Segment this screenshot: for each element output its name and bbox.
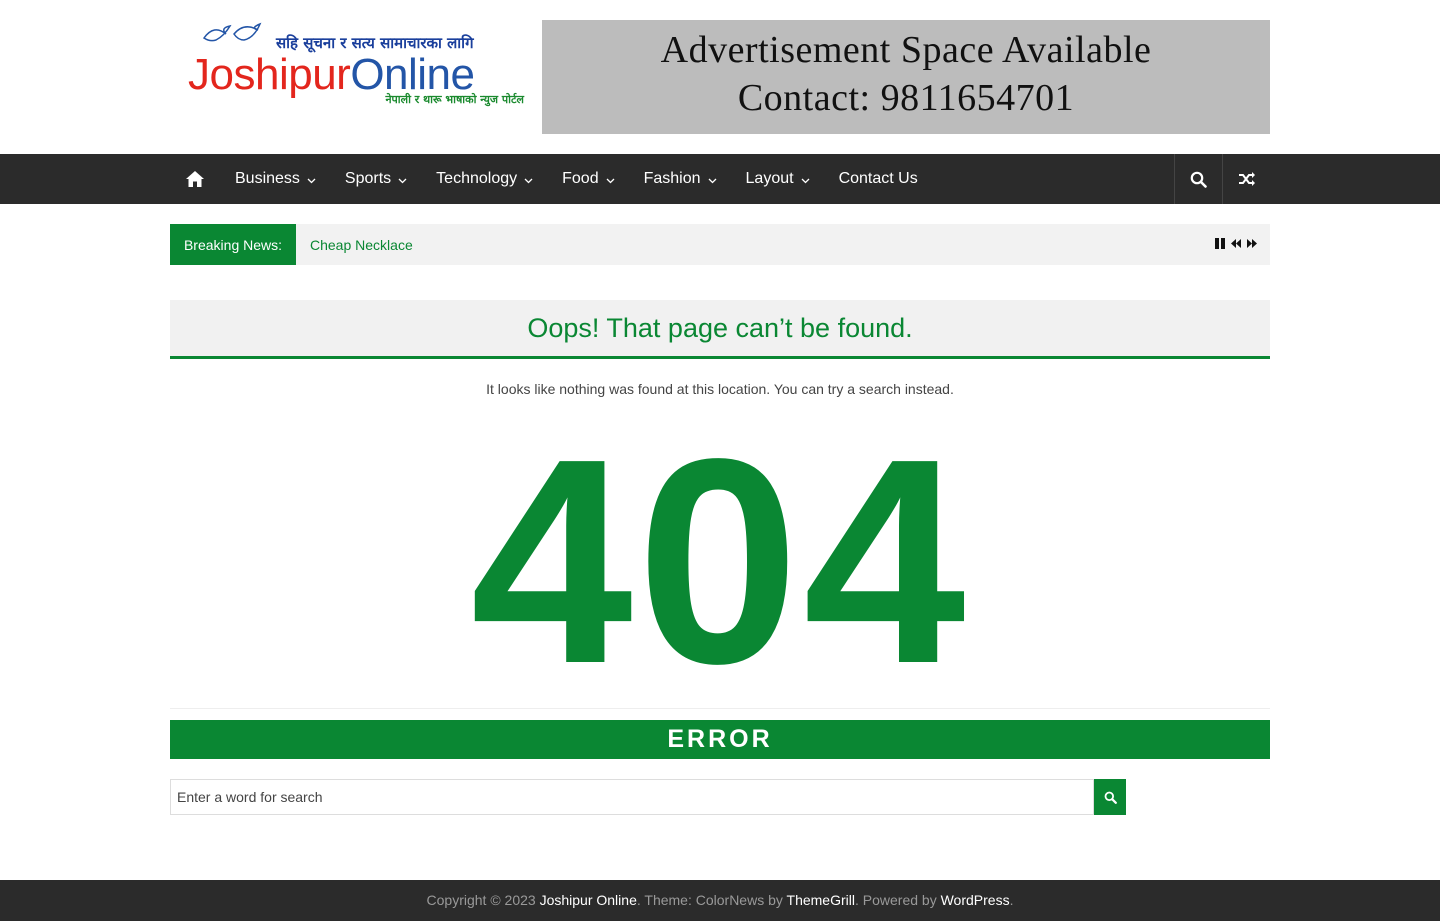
error-label-bar: ERROR xyxy=(170,720,1270,759)
nav-item-label: Business xyxy=(235,170,300,187)
nav-item-label: Sports xyxy=(344,170,392,187)
search-submit-button[interactable] xyxy=(1094,779,1126,815)
breaking-news-ticker: Breaking News: Cheap Necklace xyxy=(170,224,1270,265)
nav-item-fashion[interactable]: Fashion xyxy=(644,170,717,188)
footer-copyright: Copyright © 2023 xyxy=(426,892,540,908)
chevron-down-icon xyxy=(398,178,407,184)
home-icon xyxy=(186,171,204,187)
ad-line-2: Contact: 9811654701 xyxy=(737,77,1075,119)
pause-icon[interactable] xyxy=(1214,237,1226,250)
logo-brand-part1: Joshipur xyxy=(188,50,351,99)
search-icon xyxy=(1190,171,1207,188)
chevron-down-icon xyxy=(524,178,533,184)
home-button[interactable] xyxy=(170,154,220,204)
not-found-message: It looks like nothing was found at this … xyxy=(486,381,954,397)
footer-powered-text: . Powered by xyxy=(854,892,941,908)
page-title-box: Oops! That page can’t be found. xyxy=(170,300,1270,359)
nav-item-label: Food xyxy=(562,170,599,187)
nav-item-label: Technology xyxy=(436,170,518,187)
site-header: सहि सूचना र सत्य सामाचारका लागि Joshipur… xyxy=(170,0,1270,154)
site-logo[interactable]: सहि सूचना र सत्य सामाचारका लागि Joshipur… xyxy=(188,20,524,112)
page-title: Oops! That page can’t be found. xyxy=(527,313,913,343)
nav-item-food[interactable]: Food xyxy=(562,170,615,188)
footer-site-link[interactable]: Joshipur Online xyxy=(540,892,637,908)
random-icon xyxy=(1238,172,1255,186)
nav-item-label: Layout xyxy=(745,170,794,187)
logo-tagline-bottom: नेपाली र थारू भाषाको न्युज पोर्टल xyxy=(385,93,524,106)
footer-platform-link[interactable]: WordPress xyxy=(941,892,1010,908)
ticker-controls xyxy=(1214,237,1258,250)
nav-item-label: Contact Us xyxy=(838,170,918,187)
advertisement-banner[interactable]: Advertisement Space Available Contact: 9… xyxy=(542,20,1270,134)
main-navigation: Business Sports Technology Food Fashion … xyxy=(0,154,1440,204)
search-icon xyxy=(1104,791,1117,804)
nav-item-label: Fashion xyxy=(643,170,701,187)
nav-item-technology[interactable]: Technology xyxy=(436,170,533,188)
breaking-news-label: Breaking News: xyxy=(170,224,296,265)
search-input[interactable] xyxy=(170,779,1094,815)
search-toggle-button[interactable] xyxy=(1174,154,1222,204)
chevron-down-icon xyxy=(307,178,316,184)
chevron-down-icon xyxy=(801,178,810,184)
footer-theme-text: . Theme: ColorNews by xyxy=(636,892,787,908)
nav-item-sports[interactable]: Sports xyxy=(345,170,407,188)
nav-item-contact-us[interactable]: Contact Us xyxy=(839,170,918,188)
footer-end: . xyxy=(1009,892,1014,908)
main-content: Breaking News: Cheap Necklace Oops! That… xyxy=(170,224,1270,815)
nav-item-layout[interactable]: Layout xyxy=(746,170,810,188)
nav-right-actions xyxy=(1174,154,1270,204)
forward-icon[interactable] xyxy=(1246,237,1258,250)
nav-item-business[interactable]: Business xyxy=(235,170,316,188)
random-post-button[interactable] xyxy=(1222,154,1270,204)
chevron-down-icon xyxy=(708,178,716,184)
ad-line-1: Advertisement Space Available xyxy=(660,29,1152,71)
footer-theme-author-link[interactable]: ThemeGrill xyxy=(787,892,855,908)
doves-logo-icon xyxy=(202,22,262,42)
chevron-down-icon xyxy=(606,178,615,184)
breaking-news-headline[interactable]: Cheap Necklace xyxy=(310,237,413,253)
backward-icon[interactable] xyxy=(1230,237,1242,250)
error-code: 404 xyxy=(470,398,970,724)
site-footer: Copyright © 2023 Joshipur Online. Theme:… xyxy=(0,880,1440,921)
search-form xyxy=(170,779,1270,815)
